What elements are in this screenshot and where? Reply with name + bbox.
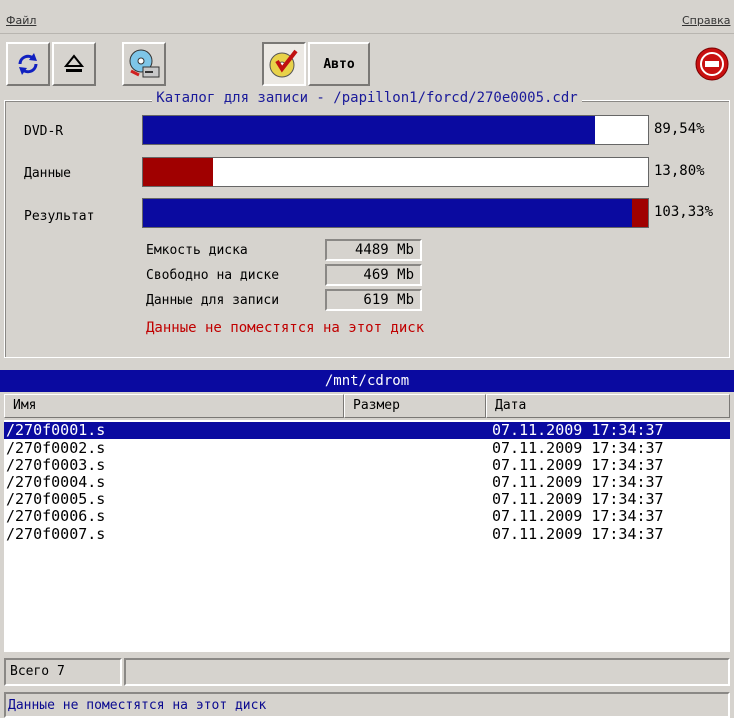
file-date: 07.11.2009 17:34:37 [492,507,664,525]
dvd-r-label: DVD-R [24,124,64,139]
list-header: Имя Размер Дата [0,394,734,418]
result-progress [142,198,649,228]
menubar: Файл Справка [0,0,734,34]
write-data-label: Данные для записи [146,293,280,308]
result-percent: 103,33% [654,204,714,220]
count-bar-spacer [124,658,730,686]
status-bar: Данные не поместятся на этот диск [4,692,730,718]
disc-verify-icon [269,49,298,78]
catalog-title: Каталог для записи - /papillon1/forcd/27… [0,90,734,106]
result-label: Результат [24,209,95,224]
menu-help[interactable]: Справка [682,14,730,27]
table-row[interactable]: /270f0003.s 07.11.2009 17:34:37 [4,457,730,474]
file-name: /270f0002.s [6,439,106,457]
warning-message: Данные не поместятся на этот диск [146,320,425,336]
file-date: 07.11.2009 17:34:37 [492,421,664,439]
file-count: Всего 7 [4,658,122,686]
burner-settings-button[interactable] [122,42,166,86]
column-name[interactable]: Имя [4,394,344,418]
table-row[interactable]: /270f0005.s 07.11.2009 17:34:37 [4,491,730,508]
write-data-value: 619 Mb [325,289,422,311]
capacity-value: 4489 Mb [325,239,422,261]
data-percent: 13,80% [654,163,705,179]
column-size[interactable]: Размер [344,394,486,418]
file-list[interactable]: /270f0001.s 07.11.2009 17:34:37/270f0002.… [4,420,730,652]
file-name: /270f0006.s [6,507,106,525]
free-space-value: 469 Mb [325,264,422,286]
file-name: /270f0007.s [6,525,106,543]
current-path: /mnt/cdrom [0,370,734,392]
eject-button[interactable] [52,42,96,86]
file-date: 07.11.2009 17:34:37 [492,473,664,491]
burner-settings-icon [129,49,160,78]
refresh-icon [18,53,38,75]
file-name: /270f0003.s [6,456,106,474]
free-space-label: Свободно на диске [146,268,280,283]
data-progress [142,157,649,187]
data-fill [143,158,213,186]
file-date: 07.11.2009 17:34:37 [492,525,664,543]
column-date[interactable]: Дата [486,394,730,418]
result-fill [143,199,632,227]
table-row[interactable]: /270f0001.s 07.11.2009 17:34:37 [4,422,730,439]
result-overflow [631,199,648,227]
file-date: 07.11.2009 17:34:37 [492,439,664,457]
file-date: 07.11.2009 17:34:37 [492,456,664,474]
table-row[interactable]: /270f0006.s 07.11.2009 17:34:37 [4,508,730,525]
dvd-r-percent: 89,54% [654,121,705,137]
dvd-r-fill [143,116,596,144]
file-name: /270f0005.s [6,490,106,508]
file-date: 07.11.2009 17:34:37 [492,490,664,508]
table-row[interactable]: /270f0007.s 07.11.2009 17:34:37 [4,526,730,543]
auto-button[interactable]: Авто [308,42,370,86]
data-label: Данные [24,166,71,181]
exit-icon [695,47,729,81]
table-row[interactable]: /270f0004.s 07.11.2009 17:34:37 [4,474,730,491]
exit-button[interactable] [694,46,730,82]
menu-file[interactable]: Файл [6,14,36,27]
eject-icon [63,54,85,72]
dvd-r-progress [142,115,649,145]
refresh-button[interactable] [6,42,50,86]
table-row[interactable]: /270f0002.s 07.11.2009 17:34:37 [4,440,730,457]
capacity-label: Емкость диска [146,243,248,258]
verify-toggle-button[interactable] [262,42,306,86]
file-name: /270f0004.s [6,473,106,491]
file-name: /270f0001.s [6,421,106,439]
